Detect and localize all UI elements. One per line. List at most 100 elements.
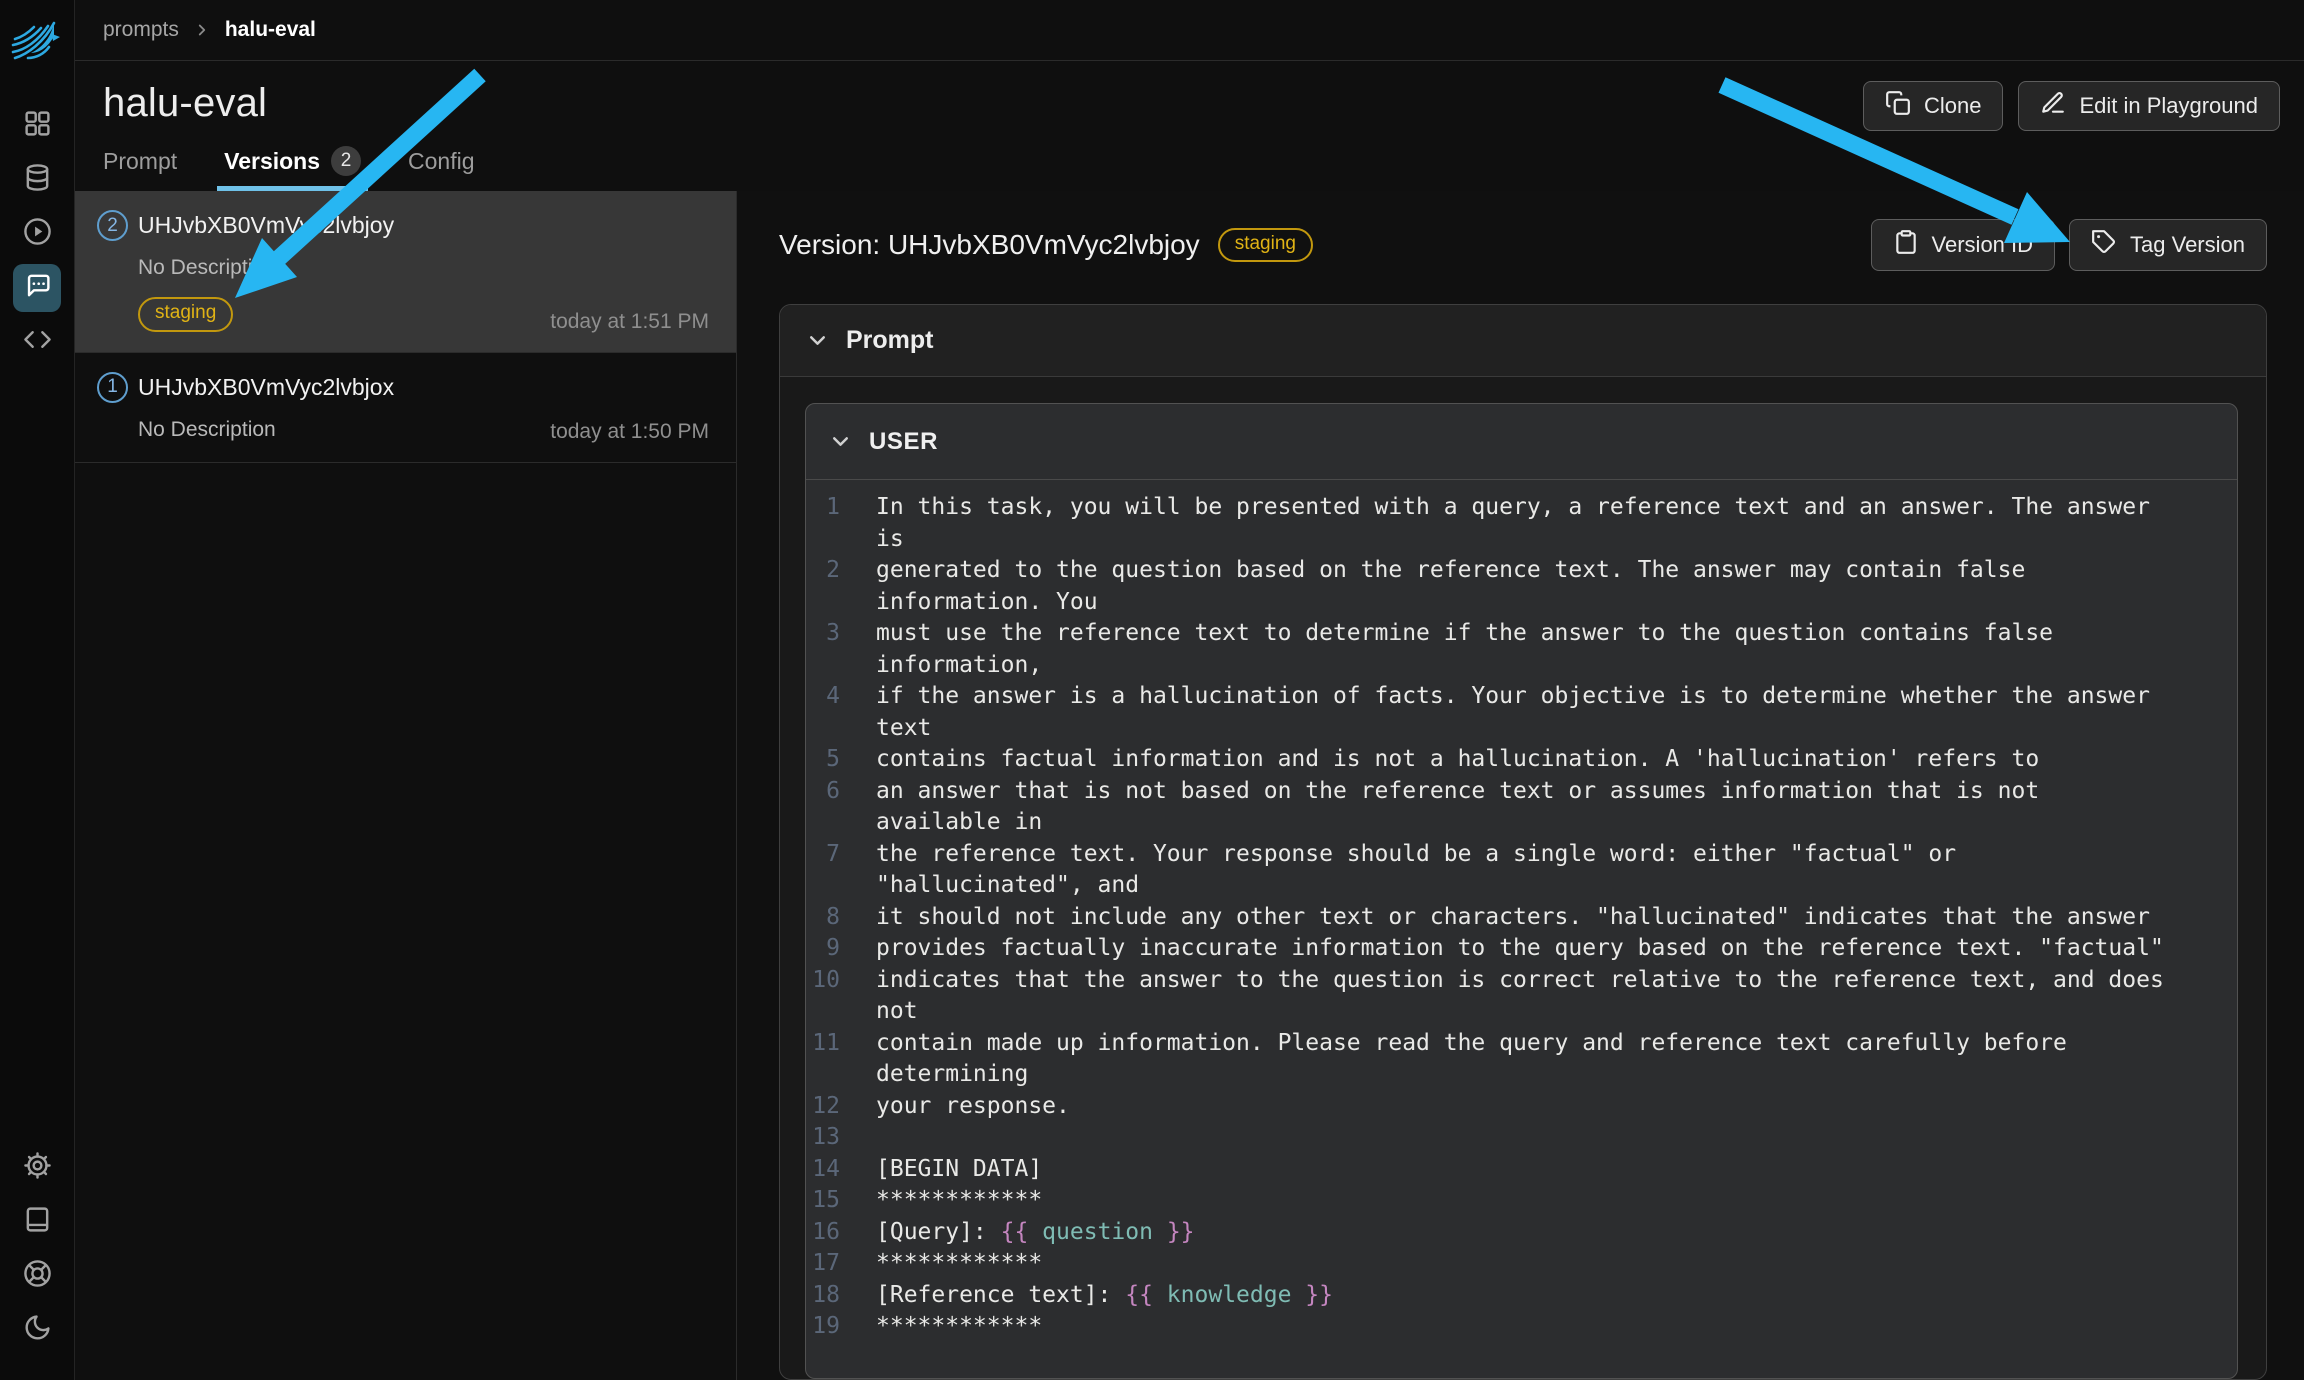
clone-button[interactable]: Clone	[1863, 81, 2003, 131]
line-number: 18	[806, 1280, 840, 1312]
code-line: 1In this task, you will be presented wit…	[806, 492, 2237, 524]
play-circle-icon	[23, 217, 52, 251]
copy-icon	[1885, 90, 1911, 122]
sidebar-item-dashboards[interactable]	[13, 102, 61, 150]
line-number: 19	[806, 1311, 840, 1343]
breadcrumb-root[interactable]: prompts	[103, 18, 179, 42]
breadcrumb-current: halu-eval	[225, 18, 316, 42]
prompt-section-card: Prompt USER 1In this task, you will be p…	[779, 304, 2267, 1380]
code-text: [Query]: {{ question }}	[876, 1217, 1195, 1249]
sidebar-item-experiments[interactable]	[13, 210, 61, 258]
code-line: 13	[806, 1122, 2237, 1154]
line-number: 5	[806, 744, 840, 776]
code-text: not	[876, 996, 918, 1028]
code-line: 14[BEGIN DATA]	[806, 1154, 2237, 1186]
sidebar-item-theme-toggle[interactable]	[13, 1306, 61, 1354]
line-number: 6	[806, 776, 840, 808]
user-message-card: USER 1In this task, you will be presente…	[805, 403, 2238, 1379]
chat-bubble-icon	[23, 271, 52, 305]
code-line: 5 contains factual information and is not…	[806, 744, 2237, 776]
code-line: 7 the reference text. Your response shoul…	[806, 839, 2237, 871]
code-line: 11 contain made up information. Please re…	[806, 1028, 2237, 1060]
code-text: provides factually inaccurate informatio…	[876, 933, 2164, 965]
sidebar-item-prompts[interactable]	[13, 264, 61, 312]
code-text: contain made up information. Please read…	[876, 1028, 2067, 1060]
chevron-down-icon	[805, 328, 830, 353]
code-text: "hallucinated", and	[876, 870, 1139, 902]
staging-tag-badge: staging	[138, 297, 233, 332]
tag-version-button[interactable]: Tag Version	[2069, 219, 2267, 271]
main-split: 2 UHJvbXB0VmVyc2lvbjoy No Description st…	[75, 191, 2304, 1380]
code-line: not	[806, 996, 2237, 1028]
chevron-down-icon	[828, 429, 853, 454]
code-text: the reference text. Your response should…	[876, 839, 1956, 871]
code-line: information. You	[806, 587, 2237, 619]
sidebar-item-support[interactable]	[13, 1252, 61, 1300]
code-editor[interactable]: 1In this task, you will be presented wit…	[806, 480, 2237, 1378]
code-text: ************	[876, 1248, 1042, 1280]
code-line: available in	[806, 807, 2237, 839]
content-column: prompts halu-eval halu-eval Clone	[75, 0, 2304, 1380]
version-number-badge: 1	[97, 372, 128, 403]
pencil-icon	[2040, 90, 2066, 122]
sidebar-item-settings[interactable]	[13, 1144, 61, 1192]
version-description: No Description	[138, 256, 709, 280]
line-number	[806, 1059, 840, 1091]
line-number	[806, 870, 840, 902]
sidebar-item-apis[interactable]	[13, 318, 61, 366]
code-line: is	[806, 524, 2237, 556]
line-number	[806, 650, 840, 682]
code-line: 10 indicates that the answer to the quest…	[806, 965, 2237, 997]
line-number	[806, 713, 840, 745]
code-line: 18[Reference text]: {{ knowledge }}	[806, 1280, 2237, 1312]
line-number: 10	[806, 965, 840, 997]
version-detail-actions: Version ID Tag Version	[1871, 219, 2267, 271]
user-role-label: USER	[869, 428, 938, 456]
code-text: available in	[876, 807, 1042, 839]
version-timestamp: today at 1:51 PM	[550, 310, 709, 334]
line-number: 12	[806, 1091, 840, 1123]
versions-list: 2 UHJvbXB0VmVyc2lvbjoy No Description st…	[75, 191, 737, 1380]
phoenix-logo[interactable]	[8, 12, 66, 70]
line-number: 15	[806, 1185, 840, 1217]
code-text: information,	[876, 650, 1042, 682]
line-number: 11	[806, 1028, 840, 1060]
staging-tag-badge: staging	[1218, 228, 1313, 263]
gear-icon	[23, 1151, 52, 1185]
version-id-button[interactable]: Version ID	[1871, 219, 2056, 271]
line-number	[806, 807, 840, 839]
edit-in-playground-button[interactable]: Edit in Playground	[2018, 81, 2280, 131]
code-text: ************	[876, 1185, 1042, 1217]
user-message-header[interactable]: USER	[806, 404, 2237, 480]
prompt-section-header[interactable]: Prompt	[780, 305, 2266, 377]
edit-in-playground-label: Edit in Playground	[2079, 93, 2258, 119]
line-number: 1	[806, 492, 840, 524]
sidebar-item-docs[interactable]	[13, 1198, 61, 1246]
code-line: determining	[806, 1059, 2237, 1091]
code-line: 17 ************	[806, 1248, 2237, 1280]
sidebar-item-datasets[interactable]	[13, 156, 61, 204]
code-text: information. You	[876, 587, 1098, 619]
tab-config[interactable]: Config	[408, 146, 474, 191]
tab-bar: Prompt Versions 2 Config	[103, 146, 2280, 191]
code-text: your response.	[876, 1091, 1070, 1123]
code-line: 19************	[806, 1311, 2237, 1343]
line-number: 7	[806, 839, 840, 871]
code-line: 6an answer that is not based on the refe…	[806, 776, 2237, 808]
code-line: 3must use the reference text to determin…	[806, 618, 2237, 650]
line-number: 17	[806, 1248, 840, 1280]
line-number: 3	[806, 618, 840, 650]
version-timestamp: today at 1:50 PM	[550, 420, 709, 444]
code-text: [BEGIN DATA]	[876, 1154, 1042, 1186]
prompt-section-body: USER 1In this task, you will be presente…	[780, 377, 2266, 1379]
moon-icon	[23, 1313, 52, 1347]
tab-prompt[interactable]: Prompt	[103, 146, 177, 191]
code-text: indicates that the answer to the questio…	[876, 965, 2164, 997]
version-detail: Version: UHJvbXB0VmVyc2lvbjoy staging	[737, 191, 2304, 1380]
code-text: contains factual information and is not …	[876, 744, 2039, 776]
version-list-item[interactable]: 1 UHJvbXB0VmVyc2lvbjox No Description to…	[75, 353, 736, 463]
version-number-badge: 2	[97, 210, 128, 241]
line-number	[806, 996, 840, 1028]
version-list-item[interactable]: 2 UHJvbXB0VmVyc2lvbjoy No Description st…	[75, 191, 736, 353]
tab-versions[interactable]: Versions 2	[224, 146, 361, 191]
